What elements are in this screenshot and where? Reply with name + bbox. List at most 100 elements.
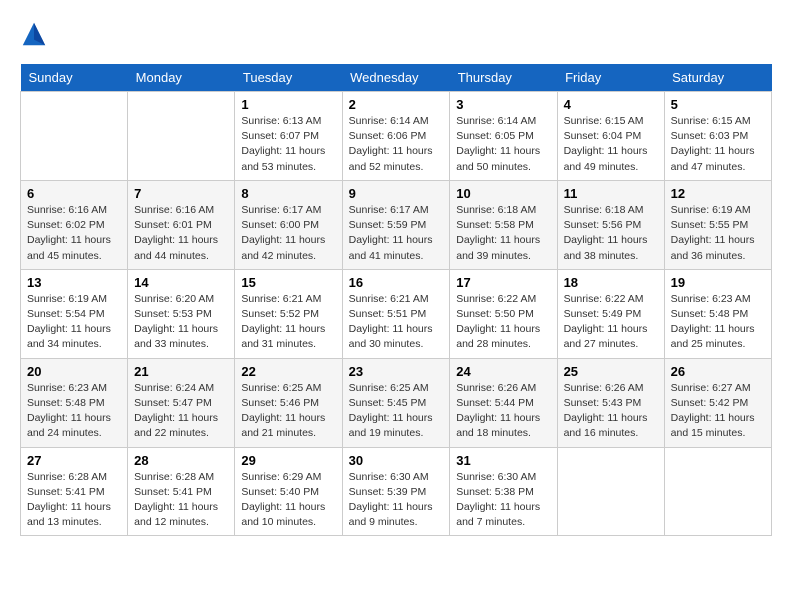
day-number: 18 <box>564 275 658 290</box>
calendar-cell <box>557 447 664 536</box>
day-number: 5 <box>671 97 765 112</box>
page-header <box>20 20 772 48</box>
calendar-cell <box>21 92 128 181</box>
calendar-cell: 26Sunrise: 6:27 AMSunset: 5:42 PMDayligh… <box>664 358 771 447</box>
daylight-text: Daylight: 11 hours and 21 minutes. <box>241 412 325 439</box>
weekday-header-wednesday: Wednesday <box>342 64 450 92</box>
sunset-text: Sunset: 6:05 PM <box>456 130 534 142</box>
calendar-cell: 25Sunrise: 6:26 AMSunset: 5:43 PMDayligh… <box>557 358 664 447</box>
sunset-text: Sunset: 5:56 PM <box>564 219 642 231</box>
day-number: 12 <box>671 186 765 201</box>
sunset-text: Sunset: 6:02 PM <box>27 219 105 231</box>
sunrise-text: Sunrise: 6:21 AM <box>241 293 321 305</box>
weekday-header-sunday: Sunday <box>21 64 128 92</box>
calendar-cell: 31 Sunrise: 6:30 AMSunset: 5:38 PMDayligh… <box>450 447 557 536</box>
calendar-cell: 16Sunrise: 6:21 AMSunset: 5:51 PMDayligh… <box>342 269 450 358</box>
day-number: 11 <box>564 186 658 201</box>
logo-icon <box>20 20 48 48</box>
calendar-cell: 10 Sunrise: 6:18 AMSunset: 5:58 PMDayligh… <box>450 180 557 269</box>
week-row-1: 1 Sunrise: 6:13 AM Sunset: 6:07 PM Daylight… <box>21 92 772 181</box>
day-info: Sunrise: 6:17 AMSunset: 6:00 PMDaylight:… <box>241 203 335 264</box>
sunset-text: Sunset: 5:47 PM <box>134 397 212 409</box>
daylight-text: Daylight: 11 hours and 50 minutes. <box>456 145 540 172</box>
calendar-cell: 27Sunrise: 6:28 AMSunset: 5:41 PMDayligh… <box>21 447 128 536</box>
sunset-text: Sunset: 5:43 PM <box>564 397 642 409</box>
sunrise-text: Sunrise: 6:25 AM <box>241 382 321 394</box>
calendar-cell: 15Sunrise: 6:21 AMSunset: 5:52 PMDayligh… <box>235 269 342 358</box>
day-info: Sunrise: 6:17 AMSunset: 5:59 PMDaylight:… <box>349 203 444 264</box>
day-info: Sunrise: 6:21 AMSunset: 5:51 PMDaylight:… <box>349 292 444 353</box>
sunrise-text: Sunrise: 6:20 AM <box>134 293 214 305</box>
daylight-text: Daylight: 11 hours and 9 minutes. <box>349 501 433 528</box>
calendar-cell: 30Sunrise: 6:30 AMSunset: 5:39 PMDayligh… <box>342 447 450 536</box>
sunset-text: Sunset: 5:38 PM <box>456 486 534 498</box>
day-info: Sunrise: 6:25 AM Sunset: 5:46 PM Daylight:… <box>241 381 335 442</box>
sunrise-text: Sunrise: 6:13 AM <box>241 115 321 127</box>
day-number: 31 <box>456 453 550 468</box>
day-number: 10 <box>456 186 550 201</box>
sunset-text: Sunset: 5:46 PM <box>241 397 319 409</box>
daylight-text: Daylight: 11 hours and 25 minutes. <box>671 323 755 350</box>
day-info: Sunrise: 6:16 AMSunset: 6:02 PMDaylight:… <box>27 203 121 264</box>
day-info: Sunrise: 6:15 AMSunset: 6:03 PMDaylight:… <box>671 114 765 175</box>
sunrise-text: Sunrise: 6:14 AM <box>456 115 536 127</box>
sunrise-text: Sunrise: 6:25 AM <box>349 382 429 394</box>
sunrise-text: Sunrise: 6:23 AM <box>27 382 107 394</box>
day-number: 13 <box>27 275 121 290</box>
day-info: Sunrise: 6:18 AMSunset: 5:58 PMDaylight:… <box>456 203 550 264</box>
calendar-cell: 1Sunrise: 6:13 AMSunset: 6:07 PMDaylight… <box>235 92 342 181</box>
day-info: Sunrise: 6:30 AMSunset: 5:38 PMDaylight:… <box>456 470 550 531</box>
daylight-text: Daylight: 11 hours and 31 minutes. <box>241 323 325 350</box>
sunset-text: Sunset: 5:59 PM <box>349 219 427 231</box>
daylight-text: Daylight: 11 hours and 28 minutes. <box>456 323 540 350</box>
day-number: 9 <box>349 186 444 201</box>
weekday-header-row: SundayMondayTuesdayWednesdayThursdayFrid… <box>21 64 772 92</box>
daylight-text: Daylight: 11 hours and 45 minutes. <box>27 234 111 261</box>
calendar-cell: 24Sunrise: 6:26 AMSunset: 5:44 PMDayligh… <box>450 358 557 447</box>
day-number: 6 <box>27 186 121 201</box>
calendar-cell: 9 Sunrise: 6:17 AMSunset: 5:59 PMDaylight… <box>342 180 450 269</box>
sunrise-text: Sunrise: 6:26 AM <box>456 382 536 394</box>
sunset-text: Sunset: 6:07 PM <box>241 130 319 142</box>
sunrise-text: Sunrise: 6:19 AM <box>27 293 107 305</box>
sunset-text: Sunset: 5:45 PM <box>349 397 427 409</box>
daylight-text: Daylight: 11 hours and 49 minutes. <box>564 145 648 172</box>
day-info: Sunrise: 6:24 AMSunset: 5:47 PMDaylight:… <box>134 381 228 442</box>
day-info: Sunrise: 6:19 AMSunset: 5:55 PMDaylight:… <box>671 203 765 264</box>
day-number: 29 <box>241 453 335 468</box>
calendar-cell: 28Sunrise: 6:28 AMSunset: 5:41 PMDayligh… <box>128 447 235 536</box>
calendar-cell: 12 Sunrise: 6:19 AMSunset: 5:55 PMDayligh… <box>664 180 771 269</box>
sunset-text: Sunset: 6:01 PM <box>134 219 212 231</box>
day-info: Sunrise: 6:22 AMSunset: 5:49 PMDaylight:… <box>564 292 658 353</box>
day-info: Sunrise: 6:15 AMSunset: 6:04 PMDaylight:… <box>564 114 658 175</box>
day-number: 23 <box>349 364 444 379</box>
calendar-cell: 19Sunrise: 6:23 AMSunset: 5:48 PMDayligh… <box>664 269 771 358</box>
day-number: 1 <box>241 97 335 112</box>
sunrise-text: Sunrise: 6:29 AM <box>241 471 321 483</box>
sunrise-text: Sunrise: 6:26 AM <box>564 382 644 394</box>
sunset-text: Sunset: 5:52 PM <box>241 308 319 320</box>
sunrise-text: Sunrise: 6:18 AM <box>456 204 536 216</box>
calendar-cell: 5 Sunrise: 6:15 AMSunset: 6:03 PMDaylight… <box>664 92 771 181</box>
day-number: 27 <box>27 453 121 468</box>
day-number: 4 <box>564 97 658 112</box>
sunrise-text: Sunrise: 6:22 AM <box>564 293 644 305</box>
daylight-text: Daylight: 11 hours and 52 minutes. <box>349 145 433 172</box>
sunrise-text: Sunrise: 6:30 AM <box>349 471 429 483</box>
sunset-text: Sunset: 5:51 PM <box>349 308 427 320</box>
sunrise-text: Sunrise: 6:14 AM <box>349 115 429 127</box>
daylight-text: Daylight: 11 hours and 13 minutes. <box>27 501 111 528</box>
day-info: Sunrise: 6:27 AMSunset: 5:42 PMDaylight:… <box>671 381 765 442</box>
calendar-cell: 29Sunrise: 6:29 AMSunset: 5:40 PMDayligh… <box>235 447 342 536</box>
sunset-text: Sunset: 5:40 PM <box>241 486 319 498</box>
logo <box>20 20 50 48</box>
day-info: Sunrise: 6:14 AMSunset: 6:06 PMDaylight:… <box>349 114 444 175</box>
calendar-cell: 18 Sunrise: 6:22 AMSunset: 5:49 PMDayligh… <box>557 269 664 358</box>
daylight-text: Daylight: 11 hours and 44 minutes. <box>134 234 218 261</box>
day-number: 8 <box>241 186 335 201</box>
calendar-cell: 13Sunrise: 6:19 AMSunset: 5:54 PMDayligh… <box>21 269 128 358</box>
sunset-text: Sunset: 5:41 PM <box>134 486 212 498</box>
daylight-text: Daylight: 11 hours and 42 minutes. <box>241 234 325 261</box>
day-number: 25 <box>564 364 658 379</box>
daylight-text: Daylight: 11 hours and 15 minutes. <box>671 412 755 439</box>
